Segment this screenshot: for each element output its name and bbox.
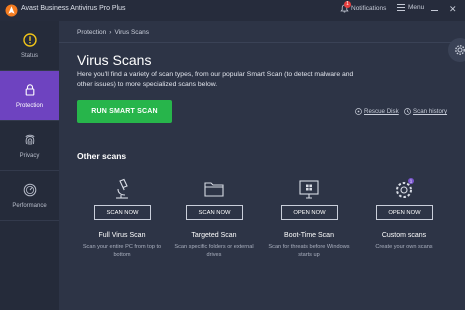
breadcrumb-separator: › [109,29,112,36]
close-button[interactable]: ✕ [449,5,457,14]
scan-description: Scan for threats before Windows starts u… [268,244,350,258]
lock-icon [25,83,34,96]
settings-button[interactable] [448,38,465,62]
sidebar: Status Protection Privacy Performance [0,21,59,310]
custom-scans-card: 1 OPEN NOW Custom scans Create your own … [359,175,449,285]
custom-scans-button[interactable]: OPEN NOW [376,205,433,220]
run-smart-scan-button[interactable]: RUN SMART SCAN [77,100,172,123]
rescue-disk-label: Rescue Disk [364,108,399,115]
sidebar-item-performance[interactable]: Performance [0,171,59,221]
sidebar-item-label: Performance [12,202,47,209]
breadcrumb: Protection › Virus Scans [77,29,149,36]
sidebar-item-label: Status [20,52,38,59]
scan-description: Scan specific folders or external drives [174,244,254,258]
scan-description: Create your own scans [375,244,433,250]
sidebar-item-status[interactable]: Status [0,21,59,71]
scan-name: Targeted Scan [191,232,237,239]
notification-count-badge: 1 [344,1,351,8]
history-icon [404,108,411,115]
bell-icon: 1 [340,1,351,13]
hamburger-icon [397,4,405,11]
other-scans-heading: Other scans [77,151,127,161]
folder-icon [204,182,224,197]
scan-name: Custom scans [381,232,427,239]
gear-scan-icon: 1 [396,178,414,198]
notifications-button[interactable]: 1 Notifications [340,1,387,13]
scan-description: Scan your entire PC from top to bottom [82,244,162,258]
sidebar-item-protection[interactable]: Protection [0,71,59,121]
scan-history-label: Scan history [413,108,448,115]
fingerprint-icon [24,134,35,145]
page-description: Here you'll find a variety of scan types… [77,71,354,88]
sidebar-item-label: Protection [15,102,43,109]
sidebar-item-privacy[interactable]: Privacy [0,121,59,171]
boot-time-scan-card: OPEN NOW Boot-Time Scan Scan for threats… [264,175,354,285]
gear-icon [455,45,465,55]
page-title: Virus Scans [77,52,152,68]
menu-button[interactable]: Menu [397,4,424,11]
speedometer-icon [23,183,36,196]
breadcrumb-protection[interactable]: Protection [77,29,106,36]
full-virus-scan-card: SCAN NOW Full Virus Scan Scan your entir… [77,175,167,285]
targeted-scan-button[interactable]: SCAN NOW [186,205,243,220]
full-virus-scan-button[interactable]: SCAN NOW [94,205,151,220]
breadcrumb-virus-scans: Virus Scans [114,29,150,36]
microscope-icon [116,178,128,199]
main-content: Protection › Virus Scans Virus Scans Her… [59,21,465,310]
scan-name: Full Virus Scan [98,232,146,239]
app-title: Avast Business Antivirus Pro Plus [21,5,126,12]
scan-name: Boot-Time Scan [284,232,334,239]
scan-history-link[interactable]: Scan history [404,108,447,115]
boot-time-scan-button[interactable]: OPEN NOW [281,205,338,220]
monitor-windows-icon [299,180,319,199]
disk-icon [355,108,362,115]
notifications-label: Notifications [351,5,387,12]
menu-label: Menu [408,4,425,11]
header-divider [59,42,465,43]
avast-logo-icon [5,4,18,17]
rescue-disk-link[interactable]: Rescue Disk [355,108,399,115]
title-bar: Avast Business Antivirus Pro Plus 1 Noti… [0,0,465,21]
sidebar-item-label: Privacy [19,152,40,159]
minimize-button[interactable] [431,10,438,11]
exclamation-circle-icon [22,32,37,47]
targeted-scan-card: SCAN NOW Targeted Scan Scan specific fol… [169,175,259,285]
